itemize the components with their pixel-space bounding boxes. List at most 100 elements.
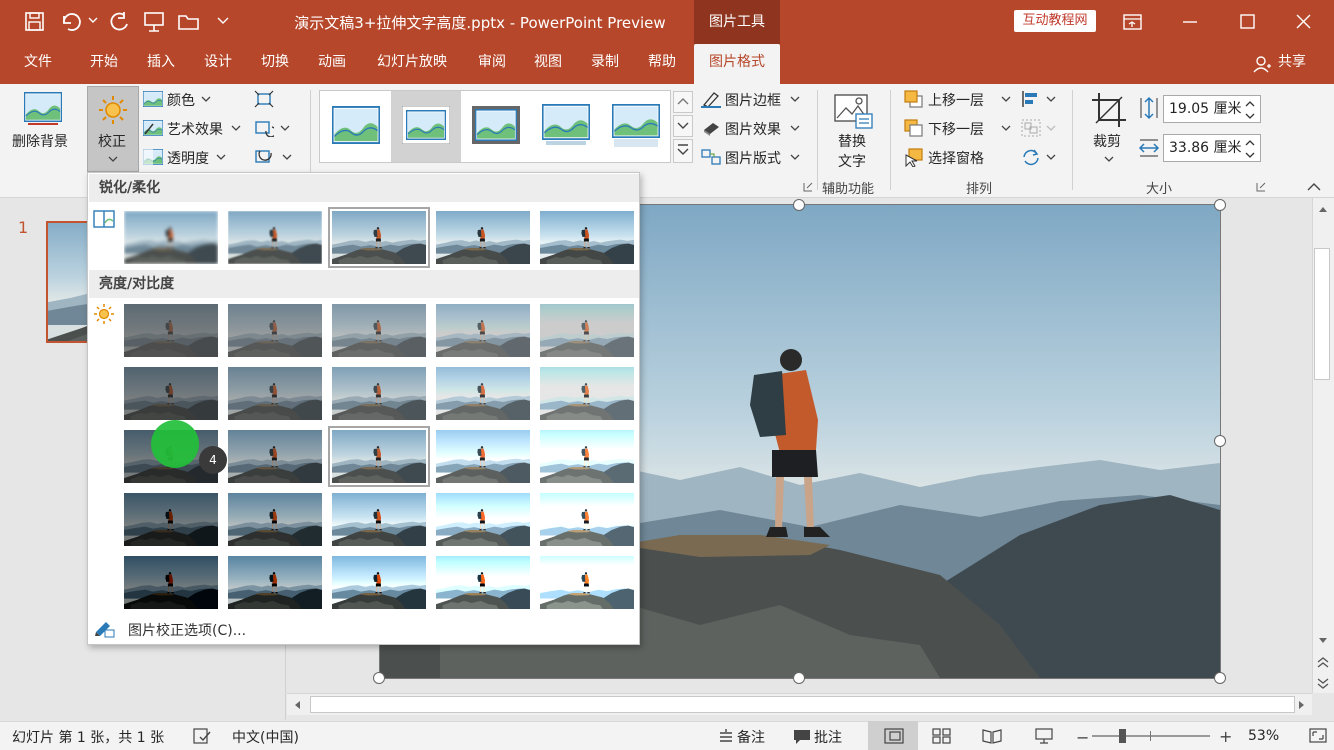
selection-pane-button[interactable]: 选择窗格: [928, 148, 984, 168]
tab-transitions[interactable]: 切换: [251, 44, 299, 84]
maximize-icon[interactable]: [1238, 12, 1258, 32]
remove-background-icon[interactable]: [24, 92, 62, 126]
remove-background-button[interactable]: 删除背景: [12, 131, 68, 151]
brightness-contrast-preset[interactable]: [124, 304, 218, 357]
zoom-slider-thumb[interactable]: [1119, 729, 1126, 743]
comments-button[interactable]: 批注: [814, 727, 842, 747]
sharpen-preset[interactable]: [228, 211, 322, 264]
brightness-contrast-preset[interactable]: [540, 556, 634, 609]
picture-style-white-frame[interactable]: [402, 106, 450, 144]
sharpen-preset[interactable]: [540, 211, 634, 264]
horizontal-scroll-thumb[interactable]: [310, 696, 1295, 713]
brightness-contrast-preset[interactable]: [228, 556, 322, 609]
notes-button[interactable]: 备注: [737, 727, 765, 747]
minimize-icon[interactable]: [1180, 12, 1200, 32]
previous-slide-icon[interactable]: [1316, 656, 1330, 670]
zoom-in-button[interactable]: +: [1219, 727, 1232, 746]
spinner-arrows-icon[interactable]: [1244, 138, 1256, 160]
picture-style-black-frame[interactable]: [472, 106, 520, 144]
transparency-button[interactable]: 透明度: [167, 148, 209, 168]
brightness-contrast-preset[interactable]: [436, 367, 530, 420]
dialog-launcher-icon[interactable]: [1256, 182, 1266, 192]
tab-picture-format[interactable]: 图片格式: [694, 44, 780, 84]
picture-style-shadow[interactable]: [542, 104, 590, 146]
sharpen-preset[interactable]: [124, 211, 218, 264]
share-button[interactable]: 共享: [1272, 44, 1312, 84]
ribbon-display-icon[interactable]: [1122, 12, 1144, 32]
tab-help[interactable]: 帮助: [638, 44, 686, 84]
slide-thumbnail[interactable]: [46, 221, 90, 343]
vertical-scroll-thumb[interactable]: [1314, 248, 1330, 380]
language-status[interactable]: 中文(中国): [232, 727, 299, 747]
close-icon[interactable]: [1294, 12, 1314, 32]
send-backward-button[interactable]: 下移一层: [928, 119, 984, 139]
tab-insert[interactable]: 插入: [137, 44, 185, 84]
scroll-up-icon[interactable]: [1317, 204, 1329, 214]
group-icon[interactable]: [1020, 118, 1042, 138]
reading-view-icon[interactable]: [982, 727, 1002, 745]
tab-animations[interactable]: 动画: [308, 44, 356, 84]
picture-style-reflected[interactable]: [612, 104, 660, 148]
alt-text-line2[interactable]: 文字: [838, 151, 866, 171]
change-picture-icon[interactable]: [254, 119, 274, 137]
zoom-slider-track[interactable]: [1092, 735, 1210, 737]
resize-handle-bottom-right[interactable]: [1214, 672, 1226, 684]
brightness-contrast-preset[interactable]: [436, 304, 530, 357]
brightness-contrast-preset[interactable]: [332, 556, 426, 609]
align-icon[interactable]: [1020, 89, 1042, 109]
scroll-right-icon[interactable]: [1297, 699, 1307, 711]
dialog-launcher-icon[interactable]: [803, 182, 813, 192]
slideshow-view-icon[interactable]: [1034, 727, 1054, 745]
brightness-contrast-preset[interactable]: [228, 493, 322, 546]
resize-handle-top[interactable]: [793, 199, 805, 211]
scroll-down-icon[interactable]: [1317, 636, 1329, 646]
tab-view[interactable]: 视图: [524, 44, 572, 84]
brightness-contrast-preset[interactable]: [124, 367, 218, 420]
picture-layout-button[interactable]: 图片版式: [725, 148, 781, 168]
zoom-out-button[interactable]: −: [1076, 728, 1089, 747]
brightness-contrast-preset[interactable]: [436, 430, 530, 483]
slide-sorter-icon[interactable]: [932, 727, 952, 745]
brightness-contrast-preset[interactable]: [124, 556, 218, 609]
reset-picture-icon[interactable]: [254, 148, 274, 166]
brightness-contrast-preset[interactable]: [332, 367, 426, 420]
resize-handle-bottom-left[interactable]: [373, 672, 385, 684]
resize-handle-bottom[interactable]: [793, 672, 805, 684]
tab-slideshow[interactable]: 幻灯片放映: [368, 44, 456, 84]
scroll-left-icon[interactable]: [292, 699, 302, 711]
tab-record[interactable]: 录制: [581, 44, 629, 84]
picture-border-button[interactable]: 图片边框: [725, 90, 781, 110]
brightness-contrast-preset[interactable]: [540, 430, 634, 483]
brightness-contrast-preset[interactable]: [540, 493, 634, 546]
sharpen-preset[interactable]: [328, 207, 430, 268]
brightness-contrast-preset[interactable]: [124, 493, 218, 546]
brightness-contrast-preset[interactable]: [332, 493, 426, 546]
picture-effects-button[interactable]: 图片效果: [725, 119, 781, 139]
brightness-contrast-preset[interactable]: [436, 556, 530, 609]
compress-pictures-icon[interactable]: [254, 90, 274, 108]
brightness-contrast-preset[interactable]: [540, 367, 634, 420]
accessibility-check-icon[interactable]: [192, 727, 212, 745]
fit-to-window-icon[interactable]: [1308, 727, 1328, 745]
resize-handle-top-right[interactable]: [1214, 199, 1226, 211]
tab-review[interactable]: 审阅: [468, 44, 516, 84]
next-slide-icon[interactable]: [1316, 676, 1330, 690]
sharpen-preset[interactable]: [436, 211, 530, 264]
brightness-contrast-preset[interactable]: [436, 493, 530, 546]
brightness-contrast-preset[interactable]: [540, 304, 634, 357]
share-person-icon[interactable]: [1252, 54, 1272, 74]
zoom-level[interactable]: 53%: [1248, 728, 1279, 744]
brightness-contrast-preset[interactable]: [228, 430, 322, 483]
brightness-contrast-preset[interactable]: [332, 304, 426, 357]
rotate-icon[interactable]: [1020, 147, 1042, 167]
tab-design[interactable]: 设计: [194, 44, 242, 84]
brightness-contrast-preset[interactable]: [228, 304, 322, 357]
spinner-arrows-icon[interactable]: [1244, 99, 1256, 121]
crop-button[interactable]: 裁剪: [1093, 131, 1121, 151]
alt-text-line1[interactable]: 替换: [838, 131, 866, 151]
picture-style-simple-frame[interactable]: [332, 106, 380, 144]
color-button[interactable]: 颜色: [167, 90, 195, 110]
picture-corrections-options-link[interactable]: 图片校正选项(C)...: [128, 620, 246, 640]
tab-home[interactable]: 开始: [80, 44, 128, 84]
artistic-effects-button[interactable]: 艺术效果: [167, 119, 223, 139]
